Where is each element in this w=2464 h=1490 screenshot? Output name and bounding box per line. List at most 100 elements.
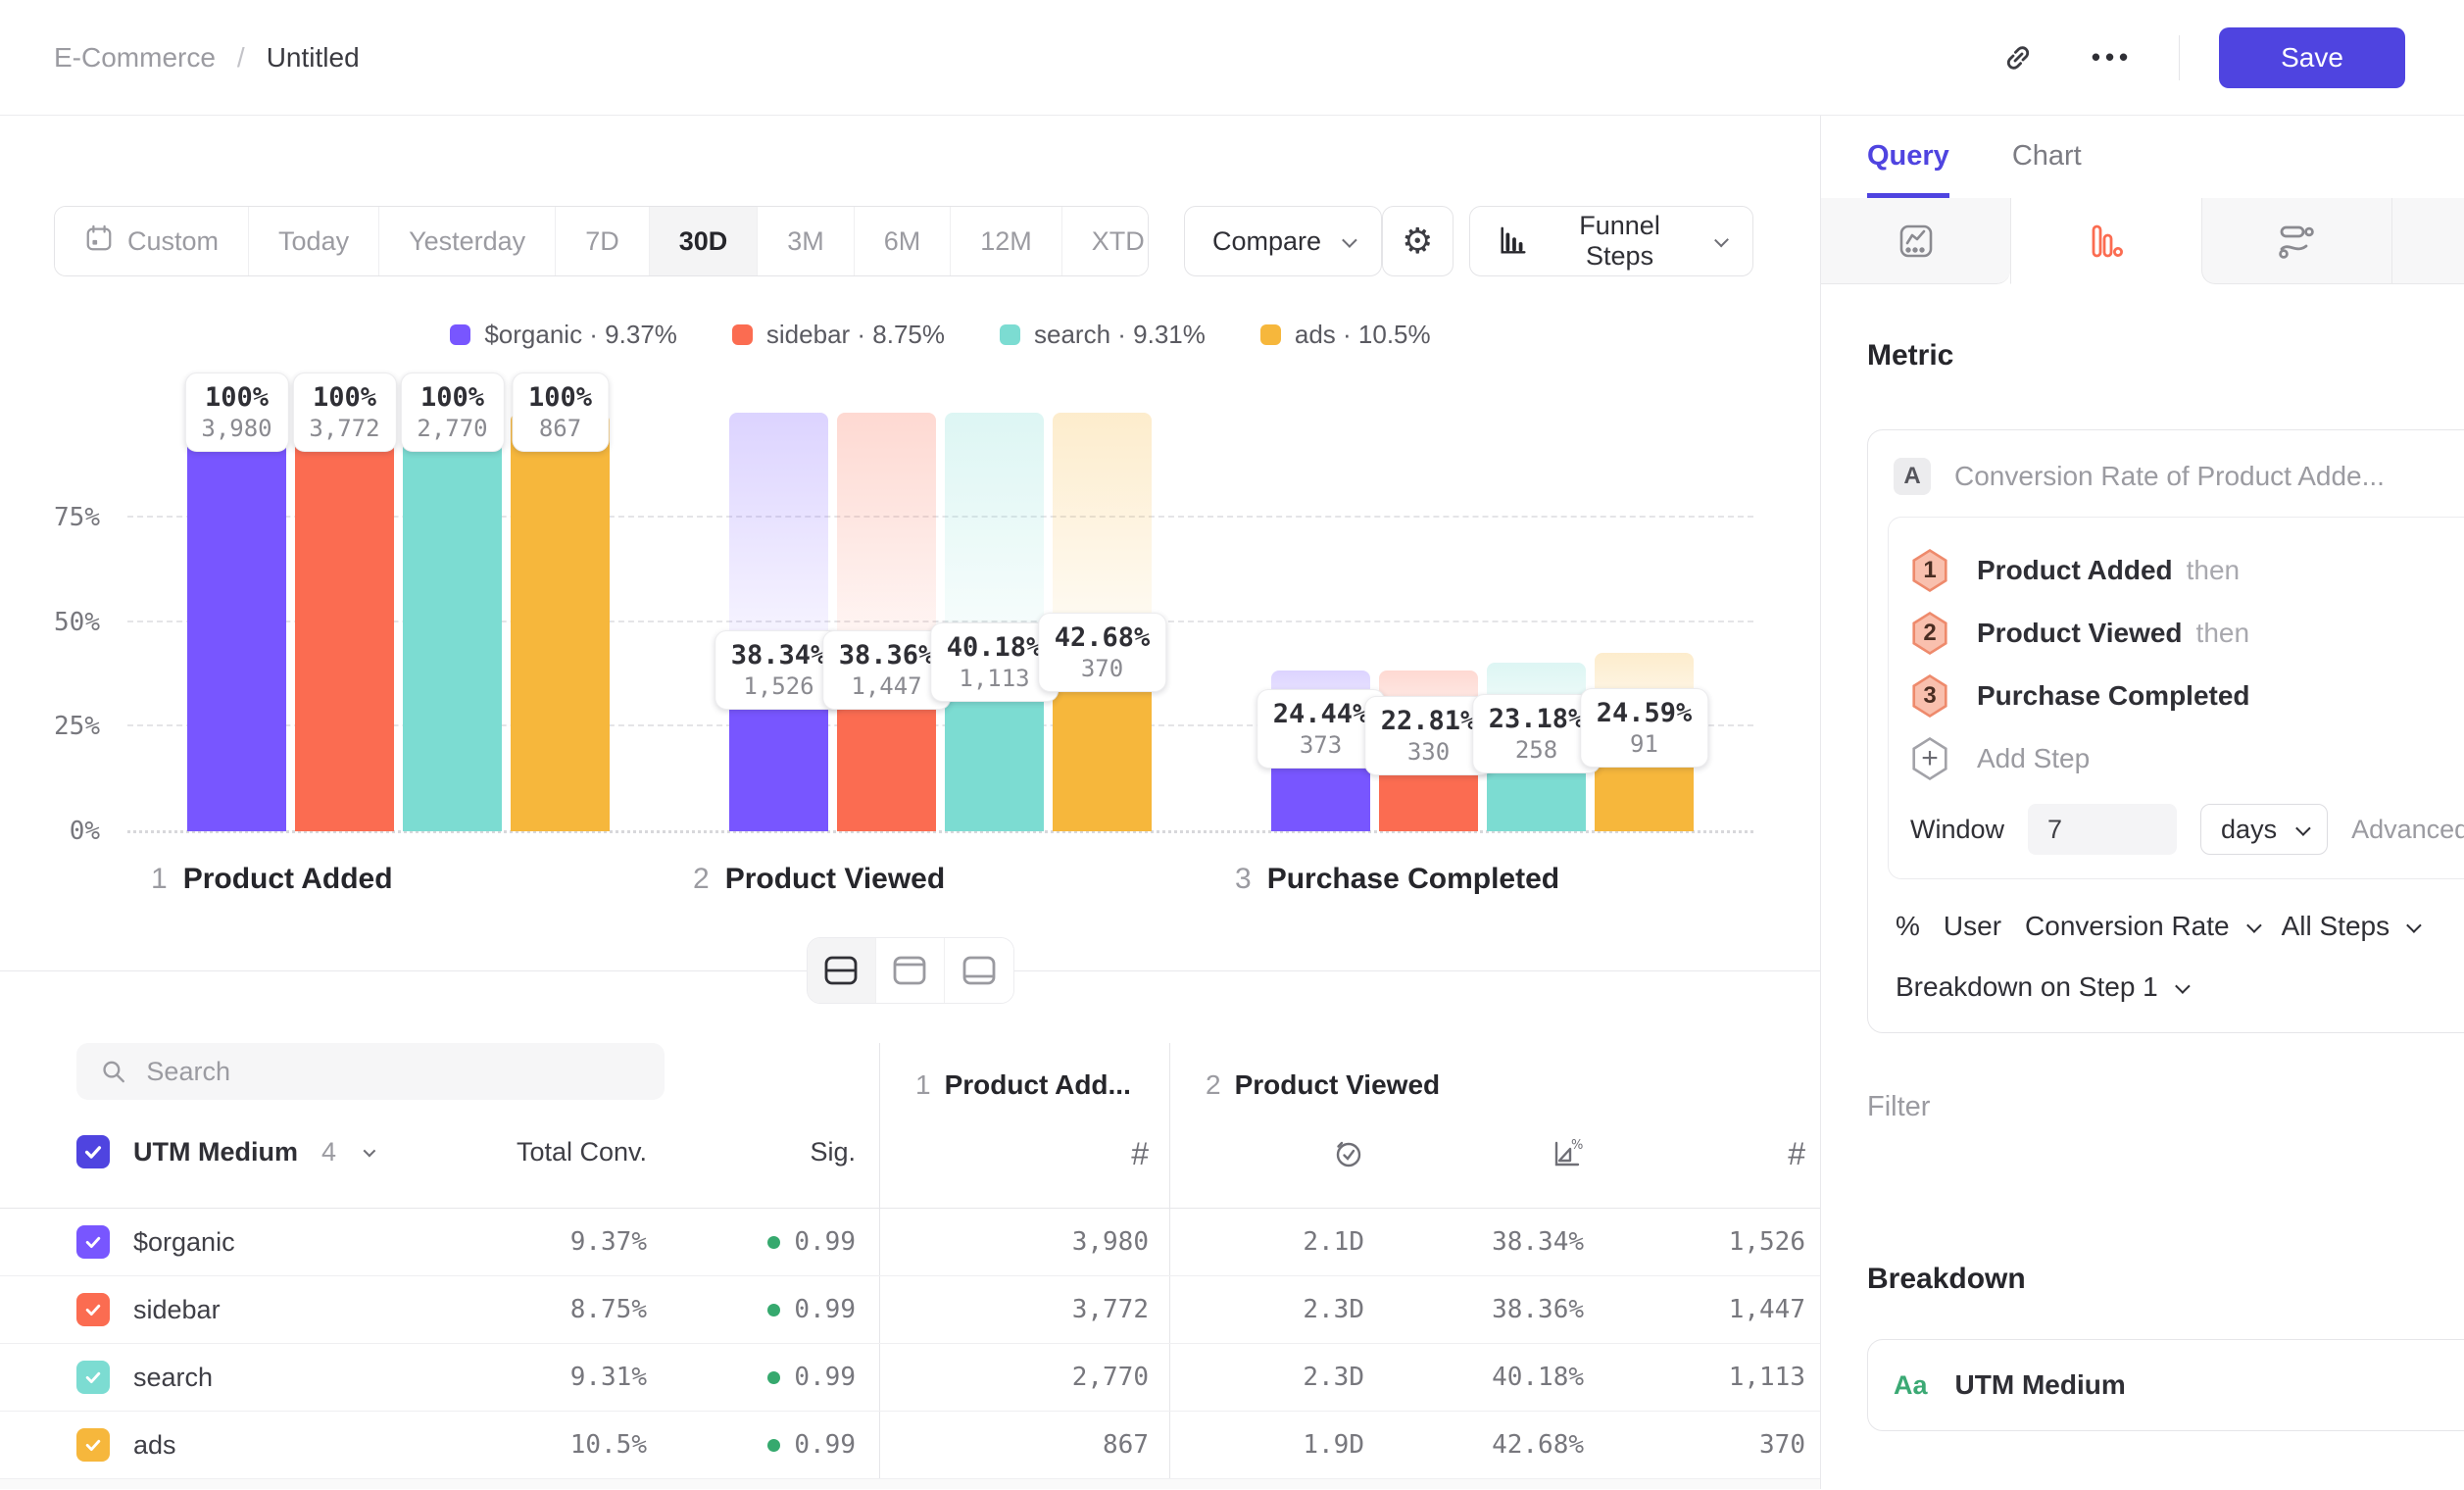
- count-column-icon[interactable]: #: [879, 1118, 1169, 1208]
- avg-time-column-icon[interactable]: [1169, 1118, 1372, 1208]
- bar-value-label: 100%3,980: [184, 372, 288, 452]
- search-icon: [100, 1057, 126, 1086]
- legend-item-search[interactable]: search · 9.31%: [1000, 320, 1206, 350]
- layout-split-icon[interactable]: [808, 938, 876, 1003]
- funnel-bar-sidebar-step3[interactable]: 22.81%330: [1379, 413, 1478, 831]
- sig-header[interactable]: Sig.: [647, 1118, 879, 1208]
- step-label-3[interactable]: 3Purchase Completed: [1211, 863, 1753, 896]
- breakdown-item[interactable]: Aa UTM Medium ⋮: [1867, 1339, 2464, 1431]
- table-step2-header[interactable]: 2 Product Viewed: [1169, 1043, 1821, 1118]
- range-button-today[interactable]: Today: [249, 207, 379, 275]
- plus-hexagon-icon: +: [1910, 737, 1949, 780]
- measurement-row: % User Conversion Rate All Steps: [1888, 911, 2464, 942]
- range-button-7d[interactable]: 7D: [556, 207, 650, 275]
- range-button-12m[interactable]: 12M: [951, 207, 1062, 275]
- legend-swatch: [1260, 324, 1281, 345]
- breadcrumb-title[interactable]: Untitled: [267, 42, 360, 74]
- insights-icon[interactable]: [1821, 198, 2010, 284]
- query-step-3[interactable]: 3Purchase Completed: [1910, 665, 2464, 727]
- topbar-actions: ••• Save: [1991, 27, 2405, 88]
- metric-type-selector[interactable]: Conversion Rate: [2025, 911, 2258, 942]
- y-axis: 75%50%25%0%: [0, 413, 127, 831]
- retention-icon[interactable]: [2391, 198, 2464, 284]
- bar-value-label: 100%3,772: [292, 372, 396, 452]
- compare-button[interactable]: Compare: [1184, 206, 1382, 276]
- metric-name-row[interactable]: A Conversion Rate of Product Adde...: [1888, 446, 2464, 517]
- step2-count-value: 1,526: [1592, 1209, 1821, 1275]
- range-button-30d[interactable]: 30D: [650, 207, 759, 275]
- entity-selector[interactable]: User: [1944, 911, 2001, 942]
- funnel-bar-organic-step2[interactable]: 38.34%1,526: [729, 413, 828, 831]
- funnel-bar-organic-step3[interactable]: 24.44%373: [1271, 413, 1370, 831]
- range-button-xtd[interactable]: XTD: [1062, 207, 1149, 275]
- chevron-down-icon: [1342, 232, 1357, 248]
- query-step-1[interactable]: 1Product Addedthen: [1910, 539, 2464, 602]
- range-button-6m[interactable]: 6M: [855, 207, 952, 275]
- layout-chart-only-icon[interactable]: [876, 938, 945, 1003]
- add-step-button[interactable]: + Add Step: [1910, 727, 2464, 790]
- funnel-icon[interactable]: [2010, 198, 2200, 284]
- search-input[interactable]: [146, 1057, 641, 1087]
- table-body: $organic9.37%0.993,9802.1D38.34%1,526sid…: [0, 1209, 1820, 1479]
- advanced-toggle[interactable]: Advanced: [2351, 815, 2464, 845]
- range-button-custom[interactable]: Custom: [55, 207, 249, 275]
- settings-gear-icon[interactable]: ⚙: [1382, 206, 1453, 276]
- row-checkbox[interactable]: [76, 1428, 110, 1462]
- row-checkbox[interactable]: [76, 1361, 110, 1394]
- legend-item-organic[interactable]: $organic · 9.37%: [450, 320, 677, 350]
- range-button-3m[interactable]: 3M: [758, 207, 855, 275]
- funnel-bar-ads-step3[interactable]: 24.59%91: [1595, 413, 1694, 831]
- table-row-organic[interactable]: $organic9.37%0.993,9802.1D38.34%1,526: [0, 1209, 1820, 1276]
- select-all-checkbox[interactable]: [76, 1135, 110, 1168]
- funnel-bar-ads-step2[interactable]: 42.68%370: [1053, 413, 1152, 831]
- window-value-input[interactable]: 7: [2028, 804, 2177, 855]
- breadcrumb-project[interactable]: E-Commerce: [54, 42, 216, 74]
- more-menu-icon[interactable]: •••: [2085, 30, 2140, 85]
- table-footer: [0, 1479, 1820, 1489]
- group-column-header[interactable]: UTM Medium 4: [0, 1118, 510, 1208]
- filter-section: Filter +: [1867, 1086, 2464, 1127]
- y-axis-tick: 75%: [54, 503, 100, 532]
- total-conv-value: 9.31%: [510, 1344, 647, 1411]
- range-button-yesterday[interactable]: Yesterday: [379, 207, 556, 275]
- funnel-bar-search-step1[interactable]: 100%2,770: [403, 413, 502, 831]
- funnel-bar-search-step3[interactable]: 23.18%258: [1487, 413, 1586, 831]
- flows-icon[interactable]: [2201, 198, 2391, 284]
- funnel-bar-organic-step1[interactable]: 100%3,980: [187, 413, 286, 831]
- funnel-bar-sidebar-step1[interactable]: 100%3,772: [295, 413, 394, 831]
- row-checkbox[interactable]: [76, 1293, 110, 1326]
- steps-scope-selector[interactable]: All Steps: [2282, 911, 2419, 942]
- total-conv-header[interactable]: Total Conv.: [510, 1118, 647, 1208]
- breakdown-on-step-selector[interactable]: Breakdown on Step 1: [1888, 971, 2464, 1003]
- sig-value: 0.99: [647, 1344, 879, 1411]
- funnel-bar-ads-step1[interactable]: 100%867: [511, 413, 610, 831]
- chart-type-button[interactable]: Funnel Steps: [1469, 206, 1753, 276]
- step-label-1[interactable]: 1Product Added: [127, 863, 669, 896]
- save-button[interactable]: Save: [2219, 27, 2405, 88]
- layout-toggle-group: [807, 937, 1014, 1004]
- table-step1-header[interactable]: 1 Product Add...: [879, 1043, 1169, 1118]
- table-row-sidebar[interactable]: sidebar8.75%0.993,7722.3D38.36%1,447: [0, 1276, 1820, 1344]
- chart-legend: $organic · 9.37% sidebar · 8.75% search · …: [127, 320, 1753, 350]
- legend-item-ads[interactable]: ads · 10.5%: [1260, 320, 1431, 350]
- share-link-icon[interactable]: [1991, 30, 2045, 85]
- table-row-search[interactable]: search9.31%0.992,7702.3D40.18%1,113: [0, 1344, 1820, 1412]
- breadcrumb: E-Commerce / Untitled: [54, 42, 360, 74]
- table-row-ads[interactable]: ads10.5%0.998671.9D42.68%370: [0, 1412, 1820, 1479]
- count-column-icon[interactable]: #: [1592, 1118, 1821, 1208]
- sig-dot: [767, 1304, 780, 1316]
- step-label-2[interactable]: 2Product Viewed: [669, 863, 1211, 896]
- funnel-bar-search-step2[interactable]: 40.18%1,113: [945, 413, 1044, 831]
- legend-item-sidebar[interactable]: sidebar · 8.75%: [732, 320, 945, 350]
- query-step-2[interactable]: 2Product Viewedthen: [1910, 602, 2464, 665]
- window-unit-select[interactable]: days: [2200, 804, 2328, 855]
- tab-chart[interactable]: Chart: [2012, 116, 2082, 198]
- funnel-bar-sidebar-step2[interactable]: 38.36%1,447: [837, 413, 936, 831]
- row-checkbox[interactable]: [76, 1225, 110, 1259]
- legend-swatch: [450, 324, 470, 345]
- main-area: CustomTodayYesterday7D30D3M6M12MXTD Comp…: [0, 116, 2464, 1489]
- tab-query[interactable]: Query: [1867, 116, 1949, 198]
- conversion-column-icon[interactable]: %: [1372, 1118, 1592, 1208]
- layout-table-only-icon[interactable]: [945, 938, 1013, 1003]
- svg-text:%: %: [1571, 1138, 1583, 1153]
